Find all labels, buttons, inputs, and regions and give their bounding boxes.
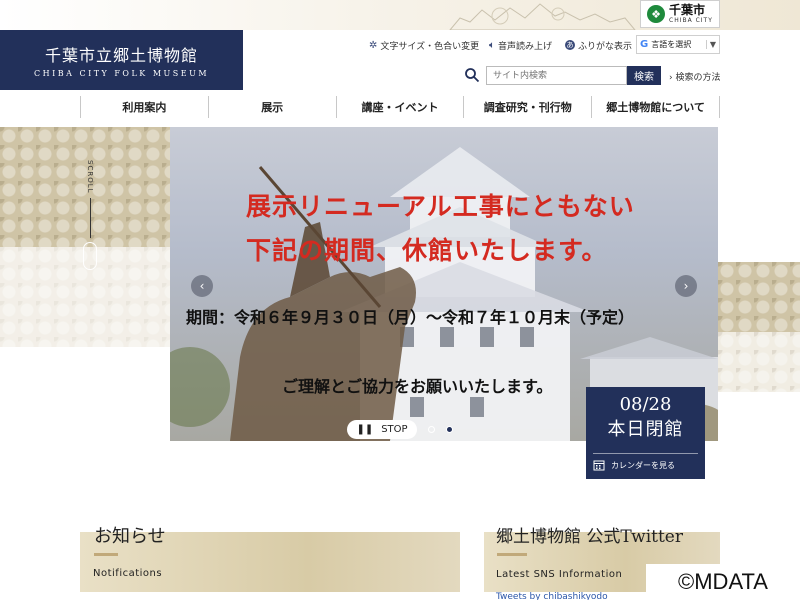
text-size-label: 文字サイズ・色合い変更 (380, 41, 480, 52)
twitter-title: 郷土博物館 公式Twitter (496, 527, 683, 547)
city-skyline-illustration (449, 3, 636, 30)
twitter-stripe (497, 553, 527, 556)
twitter-subtitle: Latest SNS Information (496, 569, 623, 580)
search-icon (465, 68, 480, 83)
closure-thanks: ご理解とご協力をお願いいたします。 (282, 377, 553, 396)
chiba-emblem-icon: ❖ (647, 5, 665, 23)
closure-heading: 展示リニューアル工事にともない 下記の期間、休館いたします。 (246, 185, 635, 273)
nav-item-guide[interactable]: 利用案内 (80, 96, 209, 118)
news-title: お知らせ (94, 526, 166, 547)
nav-item-about[interactable]: 郷土博物館について (592, 96, 720, 118)
nav-item-research[interactable]: 調査研究・刊行物 (464, 96, 593, 118)
asanoha-pattern-right-faded (718, 332, 800, 392)
closure-heading-line1: 展示リニューアル工事にともない (246, 192, 635, 221)
gear-icon: ✲ (369, 39, 378, 51)
slideshow-stop-button[interactable]: ❚❚ STOP (347, 420, 417, 439)
asanoha-pattern-right (718, 262, 800, 332)
search-help-label: 検索の方法 (675, 73, 721, 83)
nav-item-events[interactable]: 講座・イベント (337, 96, 465, 118)
chevron-down-icon: ▼ (705, 40, 716, 49)
furigana-label: ふりがな表示 (578, 41, 633, 52)
furigana-icon: あ (565, 40, 575, 50)
chevron-right-icon: › (669, 73, 673, 83)
scroll-label: SCROLL (86, 160, 94, 194)
chevron-left-icon: ‹ (199, 279, 205, 293)
today-status-box: 08/28 本日閉館 カレンダーを見る (586, 387, 705, 479)
site-name-jp: 千葉市立郷土博物館 (44, 46, 198, 65)
stop-label: STOP (381, 424, 408, 435)
news-subtitle: Notifications (93, 568, 163, 579)
read-aloud-label: 音声読み上げ (498, 41, 553, 52)
slide-dot-1[interactable] (428, 426, 435, 433)
scroll-indicator: SCROLL (80, 160, 100, 280)
closure-heading-line2: 下記の期間、休館いたします。 (246, 236, 608, 265)
site-name-en: CHIBA CITY FOLK MUSEUM (33, 69, 210, 78)
search-input[interactable] (486, 66, 627, 85)
search-button[interactable]: 検索 (627, 66, 661, 85)
calendar-icon (593, 460, 605, 471)
mouse-icon (83, 241, 97, 270)
chiba-logo-jp: 千葉市 (669, 3, 706, 17)
read-aloud-link[interactable]: 🔈︎ 音声読み上げ (489, 38, 552, 52)
site-logo[interactable]: 千葉市立郷土博物館 CHIBA CITY FOLK MUSEUM (0, 30, 243, 90)
closure-period: 期間：令和６年９月３０日（月）〜令和７年１０月末（予定） (186, 308, 635, 327)
speaker-icon: 🔈︎ (489, 39, 495, 51)
google-icon: G (640, 39, 649, 50)
pause-icon: ❚❚ (356, 424, 374, 435)
chevron-right-icon: › (683, 279, 689, 293)
slide-next-button[interactable]: › (675, 275, 697, 297)
search-help-link[interactable]: › 検索の方法 (669, 70, 721, 83)
slide-prev-button[interactable]: ‹ (191, 275, 213, 297)
watermark-text: ©MDATA (646, 564, 800, 600)
text-size-link[interactable]: ✲ 文字サイズ・色合い変更 (369, 38, 479, 52)
global-nav: 利用案内 展示 講座・イベント 調査研究・刊行物 郷土博物館について (80, 96, 720, 118)
chiba-city-logo[interactable]: ❖ 千葉市 CHIBA CITY (640, 0, 720, 28)
calendar-link[interactable]: カレンダーを見る (593, 453, 698, 471)
nav-item-exhibition[interactable]: 展示 (209, 96, 337, 118)
scroll-line (89, 197, 91, 238)
chiba-logo-en: CHIBA CITY (669, 17, 713, 24)
calendar-link-label: カレンダーを見る (611, 460, 675, 470)
tweets-link[interactable]: Tweets by chibashikyodo (496, 592, 608, 600)
furigana-link[interactable]: あ ふりがな表示 (565, 38, 632, 52)
slide-dot-2[interactable] (446, 426, 453, 433)
language-select-label: 言語を選択 (651, 40, 692, 49)
language-select[interactable]: G 言語を選択 ▼ (636, 35, 720, 54)
today-status: 本日閉館 (607, 419, 684, 440)
news-stripe (94, 553, 118, 556)
today-date: 08/28 (619, 394, 672, 415)
